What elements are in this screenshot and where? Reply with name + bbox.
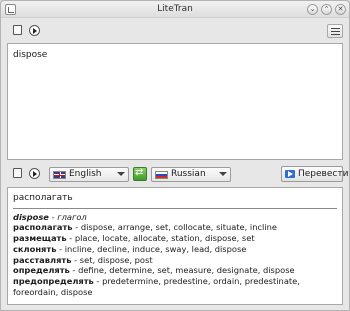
dictionary-entry: предопределять - predetermine, predestin… <box>13 275 300 297</box>
close-button[interactable]: ✕ <box>335 4 346 15</box>
clear-result-button[interactable] <box>10 168 24 182</box>
app-window: LiteTran ⌄ ⌃ ✕ dispose English Russian П… <box>0 0 350 311</box>
clear-icon <box>12 168 22 178</box>
source-text-input[interactable]: dispose <box>7 43 343 160</box>
dictionary-entry: располагать - dispose, arrange, set, col… <box>13 222 278 233</box>
part-of-speech: глагол <box>57 211 87 222</box>
chevron-down-icon <box>117 172 125 176</box>
source-language-select[interactable]: English <box>49 167 129 182</box>
chevron-down-icon <box>219 172 227 176</box>
dictionary-entry: склонять - incline, decline, induce, swa… <box>13 243 247 254</box>
menu-button[interactable] <box>327 24 343 38</box>
translate-button-label: Перевести <box>298 169 349 179</box>
dictionary-entry: расставлять - set, dispose, post <box>13 254 153 265</box>
speak-result-button[interactable] <box>27 168 41 182</box>
uk-flag-icon <box>53 171 66 179</box>
title-bar[interactable]: LiteTran ⌄ ⌃ ✕ <box>1 1 349 18</box>
translate-button[interactable]: Перевести <box>281 166 348 182</box>
maximize-button[interactable]: ⌃ <box>321 4 332 15</box>
translation-headline: располагать <box>13 192 337 209</box>
window-title: LiteTran <box>157 4 193 14</box>
speak-source-button[interactable] <box>27 25 41 39</box>
target-language-select[interactable]: Russian <box>151 167 231 182</box>
part-of-speech-line: dispose - глагол <box>13 211 87 222</box>
swap-languages-button[interactable] <box>133 167 147 181</box>
play-icon <box>28 168 40 179</box>
play-icon <box>28 25 40 36</box>
translation-output[interactable]: располагать dispose - глагол располагать… <box>7 187 343 305</box>
source-word: dispose <box>13 211 49 222</box>
dictionary-entry: размещать - place, locate, allocate, sta… <box>13 233 255 244</box>
source-language-label: English <box>69 169 102 179</box>
target-language-label: Russian <box>171 169 206 179</box>
clear-source-button[interactable] <box>10 25 24 39</box>
clear-icon <box>12 25 22 35</box>
minimize-button[interactable]: ⌄ <box>307 4 318 15</box>
translate-arrow-icon <box>285 170 295 178</box>
russia-flag-icon <box>155 171 168 179</box>
dictionary-entry: определять - define, determine, set, mea… <box>13 265 295 276</box>
